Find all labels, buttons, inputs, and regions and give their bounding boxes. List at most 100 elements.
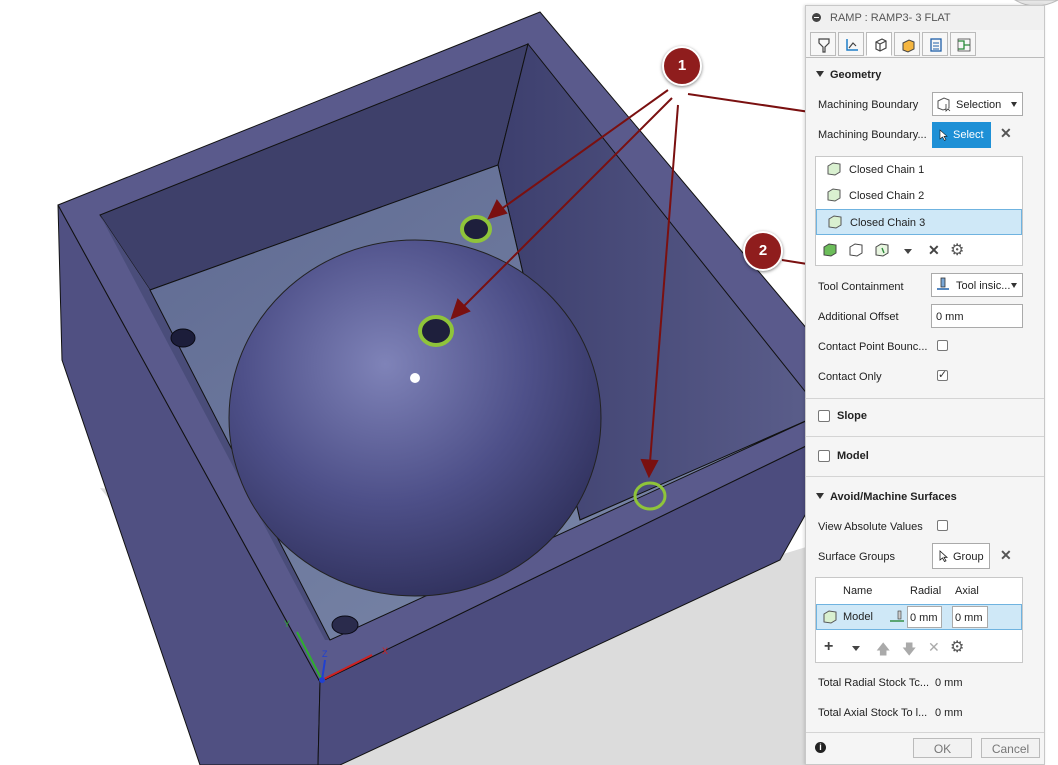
floor-hole-bottom — [331, 615, 359, 635]
view-absolute-values-checkbox[interactable] — [937, 520, 948, 531]
tool-containment-dropdown[interactable]: Tool insic... — [931, 273, 1023, 297]
collapse-panel-icon[interactable] — [812, 13, 821, 22]
group-table-toolbar: + 🡅 🡇 ✕ ⚙ — [824, 638, 1014, 658]
machining-boundary-dropdown[interactable]: Selection — [932, 92, 1023, 116]
annotation-marker-2: 2 — [743, 231, 783, 271]
group-button[interactable]: Group — [932, 543, 990, 569]
geometry-icon — [875, 38, 887, 52]
ramp-properties-panel: RAMP : RAMP3- 3 FLAT Geometry Machining … — [805, 5, 1045, 765]
section-divider — [806, 398, 1044, 399]
contact-only-label: Contact Only — [818, 371, 882, 383]
tool-path-icon — [846, 39, 858, 51]
select-button[interactable]: Select — [932, 122, 991, 148]
total-axial-stock-label: Total Axial Stock To l... — [818, 707, 928, 719]
tab-tool-path[interactable] — [838, 32, 864, 56]
cancel-button[interactable]: Cancel — [981, 738, 1040, 758]
remove-chain-x-icon[interactable]: ✕ — [928, 242, 940, 259]
y-axis-label: Y — [284, 619, 290, 629]
chevron-down-icon[interactable] — [904, 249, 912, 254]
z-axis-label: Z — [322, 649, 328, 659]
ok-button[interactable]: OK — [913, 738, 972, 758]
chain-label: Closed Chain 3 — [850, 217, 926, 229]
tab-passes[interactable] — [922, 32, 948, 56]
chain-icon — [827, 188, 841, 202]
total-radial-stock-value: 0 mm — [935, 677, 963, 689]
heights-icon — [902, 39, 915, 53]
clear-boundary-x-icon[interactable]: ✕ — [1000, 125, 1012, 142]
additional-offset-value: 0 mm — [936, 311, 964, 323]
boundary-selection-icon — [937, 97, 951, 112]
total-radial-stock-label: Total Radial Stock Tc... — [818, 677, 930, 689]
axial-stock-input[interactable]: 0 mm — [952, 606, 988, 628]
edit-chain-icon[interactable] — [848, 243, 864, 257]
contact-point-boundary-label: Contact Point Bounc... — [818, 341, 928, 353]
group-settings-gear-icon[interactable]: ⚙ — [950, 637, 964, 657]
contact-point-boundary-checkbox[interactable] — [937, 340, 948, 351]
table-header-axial: Axial — [955, 585, 979, 597]
list-item-closed-chain-3[interactable]: Closed Chain 3 — [816, 209, 1022, 235]
tabs-underline — [806, 57, 1044, 58]
tool-icon — [818, 38, 830, 53]
tab-linking[interactable] — [950, 32, 976, 56]
chevron-down-icon — [1011, 102, 1017, 107]
group-button-label: Group — [953, 551, 984, 563]
model-group-icon — [823, 610, 837, 624]
chain-settings-gear-icon[interactable]: ⚙ — [950, 240, 964, 260]
axial-stock-value: 0 mm — [955, 612, 983, 624]
annotation-marker-1: 1 — [662, 46, 702, 86]
remove-group-x-icon[interactable]: ✕ — [928, 639, 940, 656]
table-header-name: Name — [843, 585, 873, 597]
chain-options-icon[interactable] — [874, 243, 890, 257]
geometry-section-header[interactable]: Geometry — [816, 69, 881, 81]
panel-footer: i OK Cancel — [806, 735, 1044, 764]
additional-offset-input[interactable]: 0 mm — [931, 304, 1023, 328]
slope-checkbox[interactable] — [818, 410, 830, 422]
linking-icon — [957, 38, 971, 52]
closed-chain-1-highlight[interactable] — [460, 215, 492, 243]
radial-stock-input[interactable]: 0 mm — [907, 606, 942, 628]
move-down-arrow-icon[interactable]: 🡇 — [902, 639, 916, 663]
table-row[interactable]: Model 0 mm 0 mm — [816, 604, 1022, 630]
section-divider — [806, 436, 1044, 437]
tab-geometry[interactable] — [866, 32, 892, 56]
machining-boundary-selection-label: Machining Boundary... — [818, 129, 927, 141]
radial-stock-icon — [890, 610, 904, 622]
add-group-plus-icon[interactable]: + — [824, 638, 833, 656]
cursor-icon — [939, 129, 948, 141]
tool-inside-icon — [937, 277, 949, 290]
tool-containment-label: Tool Containment — [818, 281, 904, 293]
chain-list-toolbar: ✕ ⚙ — [822, 241, 1012, 261]
chevron-down-icon[interactable] — [852, 646, 860, 651]
cursor-icon — [939, 550, 949, 562]
tab-heights[interactable] — [894, 32, 920, 56]
sphere-highlight — [410, 373, 420, 383]
contact-only-checkbox[interactable]: ✓ — [937, 369, 948, 381]
collapse-triangle-icon — [816, 493, 824, 499]
machining-boundary-label: Machining Boundary — [818, 99, 919, 111]
model-checkbox[interactable] — [818, 450, 830, 462]
info-icon[interactable]: i — [815, 742, 826, 753]
panel-titlebar: RAMP : RAMP3- 3 FLAT — [806, 6, 1044, 30]
clear-group-x-icon[interactable]: ✕ — [1000, 547, 1012, 564]
radial-stock-value: 0 mm — [910, 612, 938, 624]
tab-tool[interactable] — [810, 32, 836, 56]
machining-boundary-value: Selection — [956, 99, 1002, 111]
avoid-section-header[interactable]: Avoid/Machine Surfaces — [816, 491, 957, 503]
chevron-down-icon — [1011, 283, 1017, 288]
list-item-closed-chain-1[interactable]: Closed Chain 1 — [816, 157, 1022, 183]
row-name: Model — [843, 611, 873, 623]
select-button-label: Select — [953, 129, 984, 141]
closed-chain-list: Closed Chain 1 Closed Chain 2 Closed Cha… — [815, 156, 1023, 266]
passes-icon — [930, 38, 942, 52]
move-up-arrow-icon[interactable]: 🡅 — [876, 639, 890, 663]
geometry-section-label: Geometry — [830, 69, 882, 81]
axis-origin — [319, 677, 325, 683]
sphere-model — [228, 239, 602, 597]
closed-chain-2-highlight[interactable] — [418, 315, 454, 347]
slope-section-label: Slope — [837, 410, 867, 422]
model-section-label: Model — [837, 450, 869, 462]
list-item-closed-chain-2[interactable]: Closed Chain 2 — [816, 183, 1022, 209]
add-chain-icon[interactable] — [822, 243, 838, 257]
view-absolute-values-label: View Absolute Values — [818, 521, 923, 533]
footer-divider — [806, 732, 1044, 733]
